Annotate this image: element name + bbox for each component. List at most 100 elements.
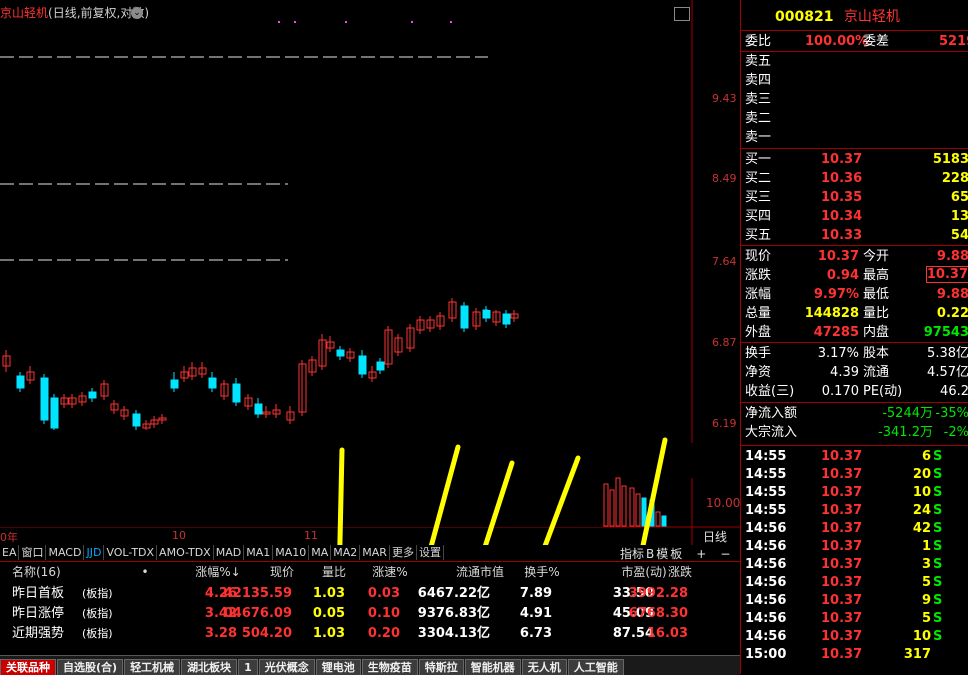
flow-value: -5244万 xyxy=(882,406,933,421)
bottom-tab[interactable]: 湖北板块 xyxy=(181,659,238,675)
tick-row: 14:55 10.37 6 S xyxy=(745,448,968,466)
indicator-tab[interactable]: 更多 xyxy=(390,545,417,560)
fund-label: 股本 xyxy=(863,346,890,361)
indicator-tab[interactable]: 设置 xyxy=(417,545,444,560)
bottom-tab[interactable]: 轻工机械 xyxy=(124,659,181,675)
quote-value: 9.88 xyxy=(936,249,968,264)
indicator-control[interactable]: 板 xyxy=(670,547,682,561)
chevron-down-icon[interactable]: ⌄ xyxy=(131,7,143,19)
indicator-right-controls: 指标 B 模板 + − xyxy=(620,545,744,562)
bid-row[interactable]: 买三 10.35 65 xyxy=(745,188,968,207)
volume-bar xyxy=(609,489,615,527)
volume-bar xyxy=(635,493,641,527)
fund-label: 流通 xyxy=(863,365,890,380)
quote-label: 今开 xyxy=(863,249,890,264)
window-restore-icon[interactable] xyxy=(674,7,690,21)
tick-price: 10.37 xyxy=(821,611,863,626)
row-tag: (板指) xyxy=(82,587,113,600)
bottom-tab[interactable]: 特斯拉 xyxy=(418,659,464,675)
chart-title: 京山轻机(日线,前复权,对数) xyxy=(0,4,149,21)
tick-side: S xyxy=(933,611,943,626)
bottom-tab[interactable]: 自选股(合) xyxy=(57,659,124,675)
quote-label: 现价 xyxy=(745,249,772,264)
candles xyxy=(2,298,519,432)
indicator-tab[interactable]: 窗口 xyxy=(19,545,47,560)
indicator-control[interactable]: 指标 xyxy=(620,547,644,561)
bid-volume: 54 xyxy=(950,228,968,243)
period-label[interactable]: 日线 xyxy=(703,528,727,545)
price-tick: 6.87 xyxy=(712,336,737,349)
bottom-tab[interactable]: 生物疫苗 xyxy=(361,659,418,675)
price-tick: 9.43 xyxy=(712,92,737,105)
column-header[interactable]: 现价 xyxy=(252,562,312,582)
bottom-tab[interactable]: 智能机器 xyxy=(464,659,521,675)
ask-row[interactable]: 卖一 xyxy=(745,128,968,147)
indicator-control[interactable]: 模 xyxy=(656,547,668,561)
bid-row[interactable]: 买四 10.34 13 xyxy=(745,207,968,226)
column-header[interactable]: 名称(16) xyxy=(12,562,61,582)
tick-volume: 9 xyxy=(921,593,931,608)
tick-volume: 5 xyxy=(921,575,931,590)
bottom-tab[interactable]: 1 xyxy=(238,659,258,675)
tick-volume: 20 xyxy=(912,467,931,482)
indicator-control[interactable]: B xyxy=(646,547,654,561)
kline-svg xyxy=(0,0,740,545)
tick-row: 14:56 10.37 1 S xyxy=(745,538,968,556)
bid-price: 10.34 xyxy=(821,209,863,224)
column-header[interactable]: 换手% xyxy=(512,562,572,582)
indicator-tab[interactable]: MA xyxy=(309,545,332,560)
tick-price: 10.37 xyxy=(821,647,863,662)
column-header[interactable]: 涨速% xyxy=(360,562,420,582)
tick-row: 14:56 10.37 42 S xyxy=(745,520,968,538)
ask-row[interactable]: 卖三 xyxy=(745,90,968,109)
table-row[interactable]: 近期强势 (板指) 3.28 504.20 1.03 0.20 3304.13亿 6.73 87… xyxy=(0,624,740,644)
tick-side: S xyxy=(933,539,943,554)
row-chg: 6768.30 xyxy=(628,606,688,621)
bid-price: 10.35 xyxy=(821,190,863,205)
bottom-tab[interactable]: 人工智能 xyxy=(567,659,624,675)
bottom-tab[interactable]: 光伏概念 xyxy=(258,659,315,675)
axis-year-label: 0年 xyxy=(0,531,18,544)
tick-time: 14:56 xyxy=(745,593,787,608)
bid-row[interactable]: 买一 10.37 5183 xyxy=(745,150,968,169)
bid-row[interactable]: 买五 10.33 54 xyxy=(745,226,968,245)
quote-value: 144828 xyxy=(804,306,859,321)
indicator-tab[interactable]: MAD xyxy=(214,545,245,560)
candle-body xyxy=(232,383,241,403)
fund-value: 4.39 xyxy=(830,365,859,380)
quote-row: 总量 144828 量比 0.22 xyxy=(745,304,968,323)
indicator-tab[interactable]: MA2 xyxy=(331,545,361,560)
indicator-tab[interactable]: AMO-TDX xyxy=(157,545,214,560)
column-header[interactable]: 流通市值 xyxy=(450,562,510,582)
column-header[interactable]: 涨幅%↓ xyxy=(188,562,248,582)
bid-row[interactable]: 买二 10.36 228 xyxy=(745,169,968,188)
tick-side: S xyxy=(933,593,943,608)
ask-row[interactable]: 卖四 xyxy=(745,71,968,90)
column-header[interactable]: 涨跌 xyxy=(650,562,710,582)
column-header[interactable]: 量比 xyxy=(304,562,364,582)
bottom-tab[interactable]: 锂电池 xyxy=(315,659,361,675)
table-row[interactable]: 昨日涨停 (板指) 3.42 04676.09 0.05 0.10 9376.83亿 4.91… xyxy=(0,604,740,624)
indicator-control[interactable]: − xyxy=(720,547,730,561)
row-turn: 4.91 xyxy=(519,606,552,621)
ask-row[interactable]: 卖二 xyxy=(745,109,968,128)
indicator-control[interactable]: + xyxy=(696,547,706,561)
table-row[interactable]: 昨日首板 (板指) 4.26 42135.59 1.03 0.03 6467.22亿 7.89… xyxy=(0,584,740,604)
bottom-tab[interactable]: 无人机 xyxy=(521,659,567,675)
tick-time: 14:56 xyxy=(745,629,787,644)
volume-bar xyxy=(661,515,667,527)
indicator-tab[interactable]: JJD xyxy=(84,545,105,560)
bottom-tab[interactable]: 关联品种 xyxy=(0,659,56,675)
tick-volume: 6 xyxy=(921,449,931,464)
indicator-tab[interactable]: VOL-TDX xyxy=(104,545,158,560)
column-header[interactable]: • xyxy=(115,562,175,582)
indicator-tab[interactable]: MACD xyxy=(46,545,85,560)
tick-price: 10.37 xyxy=(821,521,863,536)
indicator-tab[interactable]: MAR xyxy=(360,545,390,560)
kline-chart[interactable]: 京山轻机(日线,前复权,对数) ⌄ 9.43 8.49 7.64 6.87 6.… xyxy=(0,0,740,560)
indicator-tab[interactable]: EA xyxy=(0,545,20,560)
bid-volume: 13 xyxy=(950,209,968,224)
ask-row[interactable]: 卖五 xyxy=(745,52,968,71)
indicator-tab[interactable]: MA10 xyxy=(273,545,310,560)
indicator-tab[interactable]: MA1 xyxy=(244,545,274,560)
